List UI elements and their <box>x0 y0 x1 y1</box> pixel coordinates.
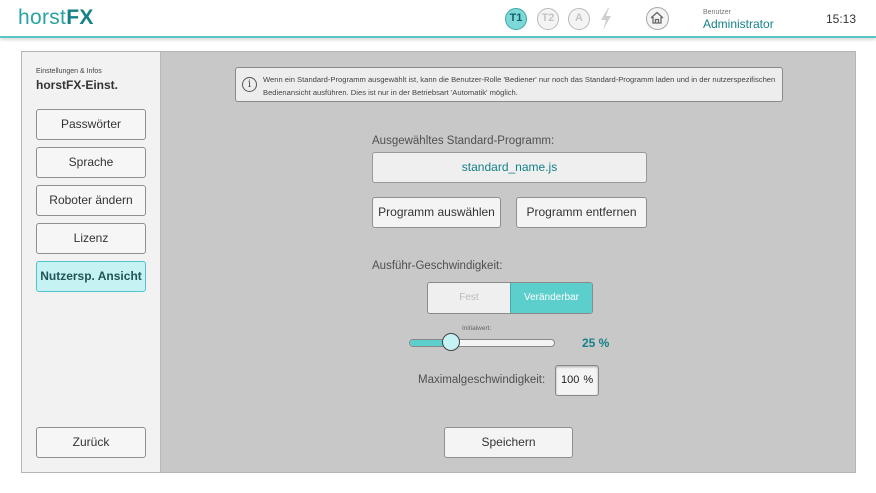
select-program-button[interactable]: Programm auswählen <box>372 197 501 228</box>
sidebar-item-change-robot[interactable]: Roboter ändern <box>36 185 146 216</box>
speed-fixed-option[interactable]: Fest <box>428 283 510 313</box>
content-frame: Einstellungen & Infos horstFX-Einst. Pas… <box>21 51 856 473</box>
speed-value: 25 % <box>582 336 610 350</box>
speed-slider-track[interactable] <box>409 339 555 347</box>
home-button[interactable] <box>646 7 669 30</box>
max-speed-label: Maximalgeschwindigkeit: <box>418 374 546 386</box>
program-field: standard_name.js <box>372 152 647 183</box>
info-icon: i <box>242 77 257 92</box>
app-logo: horstFX <box>18 6 94 29</box>
sidebar-item-user-view[interactable]: Nutzersp. Ansicht <box>36 261 146 292</box>
top-bar: horstFX T1 T2 A Benutzer Administrator 1… <box>0 0 876 38</box>
mode-t2-button[interactable]: T2 <box>537 8 559 30</box>
home-icon <box>650 11 664 24</box>
main-panel: i Wenn ein Standard-Programm ausgewählt … <box>162 52 855 472</box>
back-button[interactable]: Zurück <box>36 427 146 458</box>
speed-slider-thumb[interactable] <box>441 333 460 351</box>
sidebar-title: horstFX-Einst. <box>36 78 119 92</box>
info-text: Wenn ein Standard-Programm ausgewählt is… <box>263 75 776 97</box>
user-caption: Benutzer <box>703 9 732 16</box>
slider-caption: Initialwert: <box>462 325 492 332</box>
sidebar-item-language[interactable]: Sprache <box>36 147 146 178</box>
power-bolt-icon[interactable] <box>598 7 614 31</box>
sidebar-item-passwords[interactable]: Passwörter <box>36 109 146 140</box>
mode-automatic-button[interactable]: A <box>568 8 590 30</box>
sidebar: Einstellungen & Infos horstFX-Einst. Pas… <box>22 52 161 472</box>
save-button[interactable]: Speichern <box>444 427 573 458</box>
max-speed-unit: % <box>583 374 594 386</box>
speed-mode-toggle: Fest Veränderbar <box>427 282 593 314</box>
user-name[interactable]: Administrator <box>703 17 774 31</box>
max-speed-input[interactable]: 100% <box>555 365 599 396</box>
remove-program-button[interactable]: Programm entfernen <box>516 197 647 228</box>
clock: 15:13 <box>826 12 857 26</box>
sidebar-caption: Einstellungen & Infos <box>36 68 102 75</box>
sidebar-item-license[interactable]: Lizenz <box>36 223 146 254</box>
speed-variable-option[interactable]: Veränderbar <box>510 283 592 313</box>
mode-t1-button[interactable]: T1 <box>505 8 527 30</box>
speed-label: Ausführ-Geschwindigkeit: <box>372 260 503 272</box>
program-label: Ausgewähltes Standard-Programm: <box>372 135 555 147</box>
info-box: i Wenn ein Standard-Programm ausgewählt … <box>235 67 783 102</box>
